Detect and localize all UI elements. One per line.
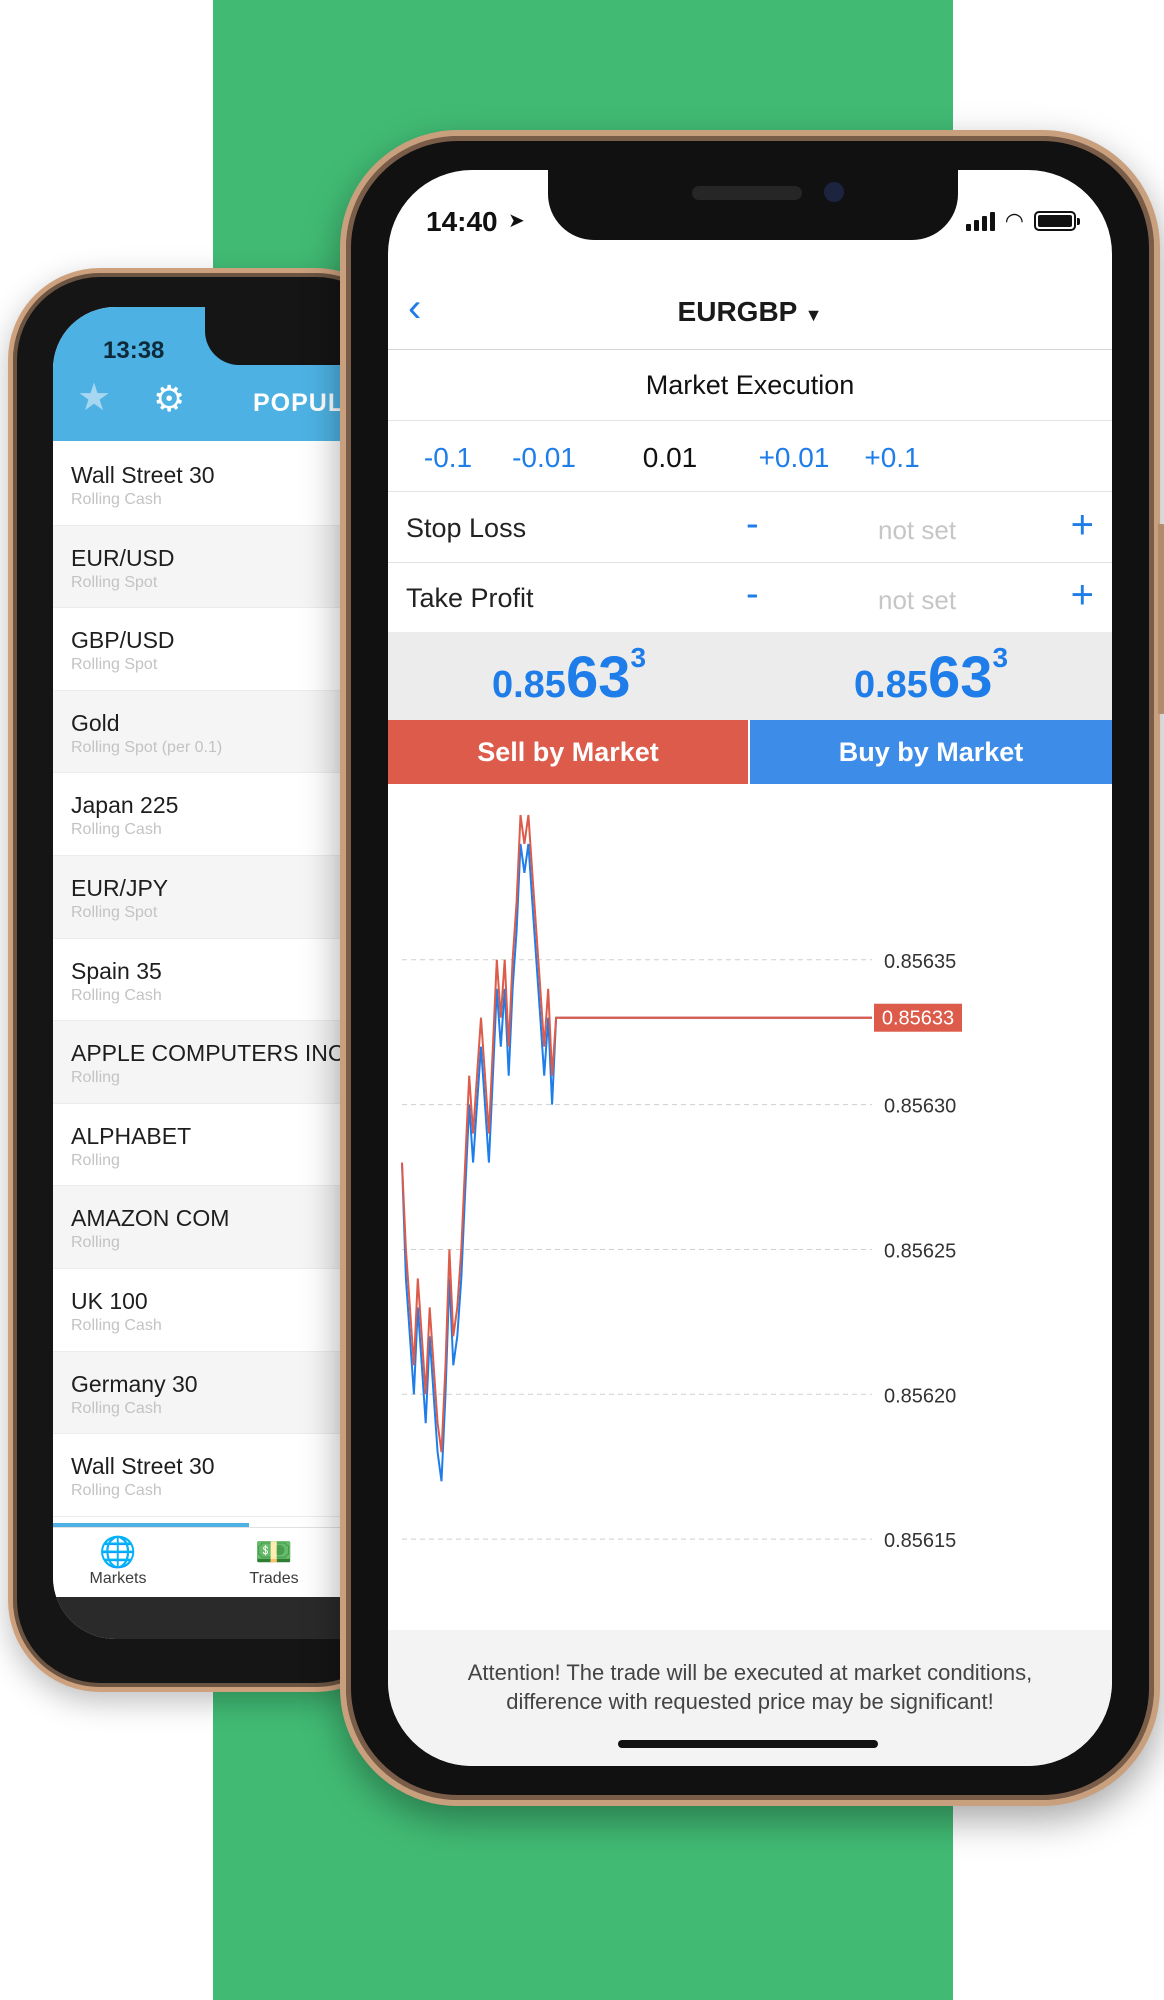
take-profit-label: Take Profit <box>406 583 534 613</box>
take-profit-field[interactable]: not set <box>878 585 956 616</box>
chevron-down-icon: ▼ <box>804 305 823 325</box>
y-tick-label: 0.85615 <box>884 1530 956 1552</box>
chart-series <box>401 814 872 1482</box>
execution-type-label: Market Execution <box>645 370 855 400</box>
execution-type-selector[interactable]: Market Execution <box>388 351 1112 421</box>
side-button <box>1158 524 1164 714</box>
cash-icon: 💵 <box>255 1536 293 1569</box>
sell-price-pips: 63 <box>565 645 631 710</box>
stop-loss-field[interactable]: not set <box>878 515 956 546</box>
location-arrow-icon: ➤ <box>508 210 525 232</box>
status-time: 14:40 <box>426 206 498 237</box>
sell-price-fraction: 3 <box>630 642 647 673</box>
volume-value[interactable]: 0.01 <box>643 442 698 474</box>
volume-minus-large-button[interactable]: -0.1 <box>424 442 472 474</box>
nav-bar: ‹ EURGBP ▼ <box>388 270 1112 350</box>
signal-icon <box>965 211 995 231</box>
buy-price: 0.85633 <box>750 642 1112 711</box>
front-phone-screen: 14:40 ➤ ◠ ‹ EURGBP ▼ Market Execution -0… <box>388 170 1112 1766</box>
sell-price-prefix: 0.85 <box>491 664 566 706</box>
tab-trades[interactable]: 💵 Trades <box>219 1536 329 1588</box>
globe-icon: 🌐 <box>99 1536 137 1569</box>
sell-by-market-button[interactable]: Sell by Market <box>388 720 750 784</box>
gear-icon[interactable]: ⚙ <box>153 381 185 417</box>
home-indicator <box>618 1740 878 1748</box>
volume-plus-small-button[interactable]: +0.01 <box>759 442 830 474</box>
series-line-0 <box>401 843 872 1482</box>
tab-trades-label: Trades <box>249 1570 299 1587</box>
stop-loss-row: Stop Loss - not set + <box>388 493 1112 563</box>
current-price-label: 0.85633 <box>882 1008 954 1030</box>
y-tick-label: 0.85635 <box>884 951 956 973</box>
tab-popular[interactable]: POPUL <box>253 389 344 418</box>
y-tick-label: 0.85630 <box>884 1096 956 1118</box>
volume-row: -0.1 -0.01 0.01 +0.01 +0.1 <box>388 422 1112 492</box>
volume-minus-small-button[interactable]: -0.01 <box>512 442 576 474</box>
buy-price-fraction: 3 <box>992 642 1009 673</box>
tab-markets[interactable]: 🌐 Markets <box>63 1536 173 1588</box>
battery-icon <box>1034 211 1080 231</box>
buy-by-market-button[interactable]: Buy by Market <box>750 720 1112 784</box>
star-icon[interactable]: ★ <box>77 379 111 417</box>
chart-y-ticks: 0.85635 0.85630 0.85625 0.85620 0.85615 <box>884 951 956 1552</box>
quotes-panel: 0.85633 0.85633 <box>388 632 1112 720</box>
volume-plus-large-button[interactable]: +0.1 <box>864 442 919 474</box>
camera <box>824 182 844 202</box>
current-price-marker: 0.85633 <box>560 1003 962 1032</box>
page-title: EURGBP <box>677 296 797 327</box>
chart-grid <box>402 959 872 1540</box>
sell-price: 0.85633 <box>388 642 750 711</box>
wifi-icon: ◠ <box>1004 208 1024 233</box>
status-time: 13:38 <box>103 337 165 364</box>
buy-price-prefix: 0.85 <box>853 664 928 706</box>
notch <box>548 170 958 240</box>
stop-loss-plus-button[interactable]: + <box>1071 503 1094 548</box>
take-profit-row: Take Profit - not set + <box>388 563 1112 633</box>
tab-markets-label: Markets <box>89 1570 147 1587</box>
attention-line-2: difference with requested price may be s… <box>506 1689 994 1714</box>
buy-price-pips: 63 <box>927 645 993 710</box>
y-tick-label: 0.85620 <box>884 1385 956 1407</box>
series-line-1 <box>401 814 872 1453</box>
stop-loss-label: Stop Loss <box>406 513 527 543</box>
symbol-selector[interactable]: EURGBP ▼ <box>388 296 1112 328</box>
stop-loss-minus-button[interactable]: - <box>746 503 759 546</box>
price-chart: 0.85635 0.85630 0.85625 0.85620 0.85615 0.85… <box>401 814 962 1552</box>
take-profit-minus-button[interactable]: - <box>746 573 759 616</box>
speaker <box>692 186 802 200</box>
attention-line-1: Attention! The trade will be executed at… <box>467 1660 1033 1685</box>
front-phone: 14:40 ➤ ◠ ‹ EURGBP ▼ Market Execution -0… <box>340 130 1164 1806</box>
status-icons: ◠ <box>965 208 1080 233</box>
y-tick-label: 0.85625 <box>884 1240 956 1262</box>
take-profit-plus-button[interactable]: + <box>1071 573 1094 618</box>
